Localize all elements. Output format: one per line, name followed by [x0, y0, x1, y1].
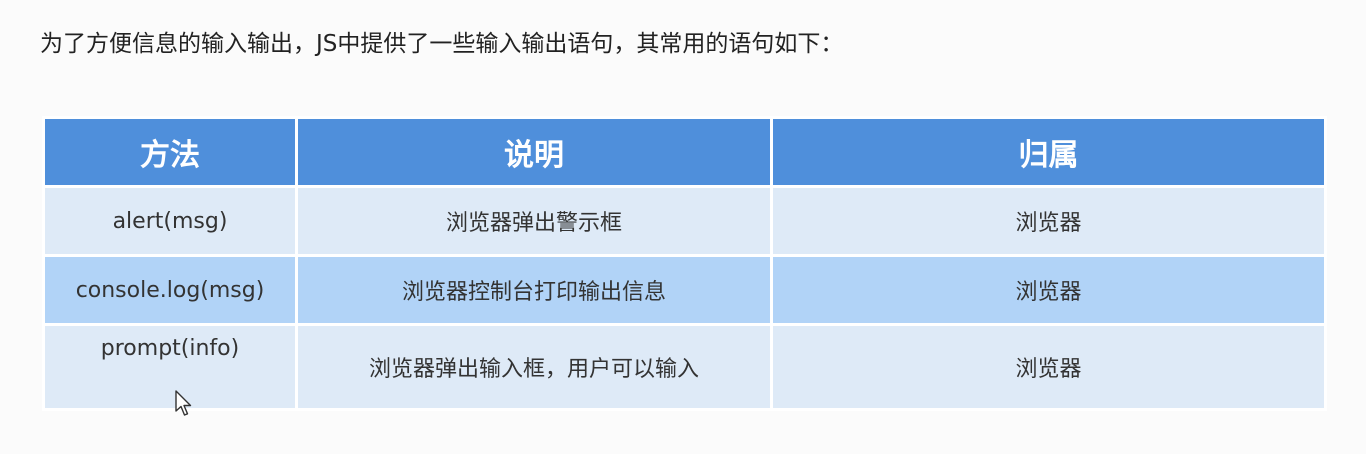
- io-statements-table: 方法 说明 归属 alert(msg) 浏览器弹出警示框 浏览器 console…: [42, 116, 1327, 411]
- table-row: console.log(msg) 浏览器控制台打印输出信息 浏览器: [42, 254, 1327, 326]
- description-cell: 浏览器弹出警示框: [295, 185, 773, 257]
- description-cell: 浏览器控制台打印输出信息: [295, 254, 773, 326]
- owner-cell: 浏览器: [770, 254, 1327, 326]
- method-cell: console.log(msg): [42, 254, 298, 326]
- header-owner: 归属: [770, 116, 1327, 188]
- method-cell: prompt(info): [42, 323, 298, 411]
- header-method: 方法: [42, 116, 298, 188]
- header-description: 说明: [295, 116, 773, 188]
- owner-cell: 浏览器: [770, 185, 1327, 257]
- owner-cell: 浏览器: [770, 323, 1327, 411]
- description-cell: 浏览器弹出输入框，用户可以输入: [295, 323, 773, 411]
- table-row: alert(msg) 浏览器弹出警示框 浏览器: [42, 185, 1327, 257]
- intro-text: 为了方便信息的输入输出，JS中提供了一些输入输出语句，其常用的语句如下：: [40, 31, 844, 57]
- method-cell: alert(msg): [42, 185, 298, 257]
- slide: 为了方便信息的输入输出，JS中提供了一些输入输出语句，其常用的语句如下： 方法 …: [0, 0, 1366, 454]
- mouse-pointer-icon: [175, 390, 192, 416]
- table-header-row: 方法 说明 归属: [42, 116, 1327, 188]
- table-row: prompt(info) 浏览器弹出输入框，用户可以输入 浏览器: [42, 323, 1327, 411]
